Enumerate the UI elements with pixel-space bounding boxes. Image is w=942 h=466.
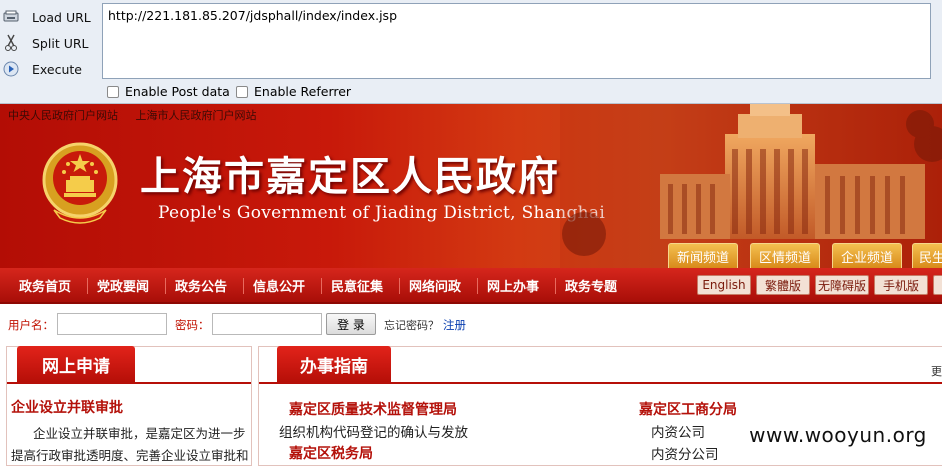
execute-label: Execute bbox=[32, 61, 82, 77]
enable-post-checkbox[interactable]: Enable Post data bbox=[107, 84, 230, 99]
panel-underline bbox=[7, 382, 251, 384]
online-application-title: 网上申请 bbox=[17, 346, 135, 382]
domestic-company-item[interactable]: 内资公司 bbox=[651, 421, 705, 441]
watermark: www.wooyun.org bbox=[734, 419, 942, 451]
top-link-shanghai[interactable]: 上海市人民政府门户网站 bbox=[136, 109, 257, 122]
top-links: 中央人民政府门户网站 上海市人民政府门户网站 bbox=[8, 107, 271, 123]
load-url-icon bbox=[2, 8, 20, 26]
nav-divider bbox=[321, 278, 322, 294]
lang-accessible-button[interactable]: 无障碍版 bbox=[815, 275, 869, 295]
enterprise-approval-link[interactable]: 企业设立并联审批 bbox=[11, 397, 123, 417]
forgot-password-link[interactable]: 忘记密码？ bbox=[384, 317, 439, 333]
register-link[interactable]: 注册 bbox=[443, 317, 466, 333]
lang-mobile-button[interactable]: 手机版 bbox=[874, 275, 928, 295]
nav-divider bbox=[243, 278, 244, 294]
org-code-item[interactable]: 组织机构代码登记的确认与发放 bbox=[279, 421, 468, 441]
nav-item-home[interactable]: 政务首页 bbox=[19, 268, 71, 302]
enable-post-label: Enable Post data bbox=[125, 84, 230, 99]
main-nav: 政务首页 党政要闻 政务公告 信息公开 民意征集 网络问政 网上办事 政务专题 … bbox=[0, 268, 942, 304]
nav-divider bbox=[165, 278, 166, 294]
commerce-bureau-link[interactable]: 嘉定区工商分局 bbox=[639, 399, 737, 419]
lang-overflow-button[interactable] bbox=[933, 275, 942, 295]
nav-divider bbox=[87, 278, 88, 294]
login-button[interactable]: 登 录 bbox=[326, 313, 376, 335]
checkbox-box[interactable] bbox=[107, 85, 119, 98]
tab-news-channel[interactable]: 新闻频道 bbox=[668, 243, 738, 268]
password-input[interactable] bbox=[212, 313, 322, 335]
nav-item-online-services[interactable]: 网上办事 bbox=[487, 268, 539, 302]
enable-referrer-label: Enable Referrer bbox=[254, 84, 352, 99]
load-url-label: Load URL bbox=[32, 9, 91, 25]
national-emblem-icon bbox=[42, 142, 118, 224]
site-title: 上海市嘉定区人民政府 bbox=[140, 153, 560, 200]
more-link[interactable]: 更 bbox=[931, 363, 942, 379]
tab-district-channel[interactable]: 区情频道 bbox=[750, 243, 820, 268]
enable-referrer-checkbox[interactable]: Enable Referrer bbox=[236, 84, 351, 99]
lang-english-button[interactable]: English bbox=[697, 275, 751, 295]
nav-item-announcements[interactable]: 政务公告 bbox=[175, 268, 227, 302]
split-url-button[interactable]: Split URL bbox=[0, 30, 100, 56]
url-textarea[interactable]: http://221.181.85.207/jdsphall/index/ind… bbox=[102, 3, 931, 79]
tax-bureau-link[interactable]: 嘉定区税务局 bbox=[289, 443, 373, 463]
scissors-icon bbox=[2, 34, 20, 52]
checkbox-box[interactable] bbox=[236, 85, 248, 98]
top-link-central[interactable]: 中央人民政府门户网站 bbox=[8, 109, 118, 122]
site-banner: 中央人民政府门户网站 上海市人民政府门户网站 上海市嘉定区人民政府 People… bbox=[0, 104, 942, 268]
approval-description-line-2: 提高行政审批透明度、完善企业设立审批和 bbox=[11, 448, 249, 463]
nav-item-topics[interactable]: 政务专题 bbox=[565, 268, 617, 302]
nav-item-opinions[interactable]: 民意征集 bbox=[331, 268, 383, 302]
lang-traditional-button[interactable]: 繁體版 bbox=[756, 275, 810, 295]
panel-underline bbox=[259, 382, 942, 384]
online-application-panel: 网上申请 企业设立并联审批 企业设立并联审批，是嘉定区为进一步 提高行政审批透明… bbox=[6, 346, 252, 466]
hackbar-toolbar: Load URL Split URL Execute http://221.18… bbox=[0, 0, 942, 104]
site-subtitle: People's Government of Jiading District,… bbox=[158, 203, 606, 223]
execute-button[interactable]: Execute bbox=[0, 56, 100, 82]
password-label: 密码： bbox=[175, 318, 210, 332]
tab-livelihood-channel[interactable]: 民生 bbox=[912, 243, 942, 268]
nav-item-disclosure[interactable]: 信息公开 bbox=[253, 268, 305, 302]
load-url-button[interactable]: Load URL bbox=[0, 4, 100, 30]
service-guide-title: 办事指南 bbox=[277, 346, 391, 382]
quality-bureau-link[interactable]: 嘉定区质量技术监督管理局 bbox=[289, 399, 457, 419]
nav-item-party-news[interactable]: 党政要闻 bbox=[97, 268, 149, 302]
play-icon bbox=[2, 60, 20, 78]
nav-divider bbox=[399, 278, 400, 294]
domestic-branch-item[interactable]: 内资分公司 bbox=[651, 443, 719, 463]
tab-enterprise-channel[interactable]: 企业频道 bbox=[832, 243, 902, 268]
username-label: 用户名： bbox=[8, 318, 54, 332]
nav-divider bbox=[555, 278, 556, 294]
nav-item-online-inquiry[interactable]: 网络问政 bbox=[409, 268, 461, 302]
nav-divider bbox=[477, 278, 478, 294]
login-bar: 用户名： 密码： 登 录 忘记密码？ 注册 bbox=[0, 306, 942, 342]
approval-description-line-1: 企业设立并联审批，是嘉定区为进一步 bbox=[33, 426, 246, 441]
split-url-label: Split URL bbox=[32, 35, 89, 51]
username-input[interactable] bbox=[57, 313, 167, 335]
